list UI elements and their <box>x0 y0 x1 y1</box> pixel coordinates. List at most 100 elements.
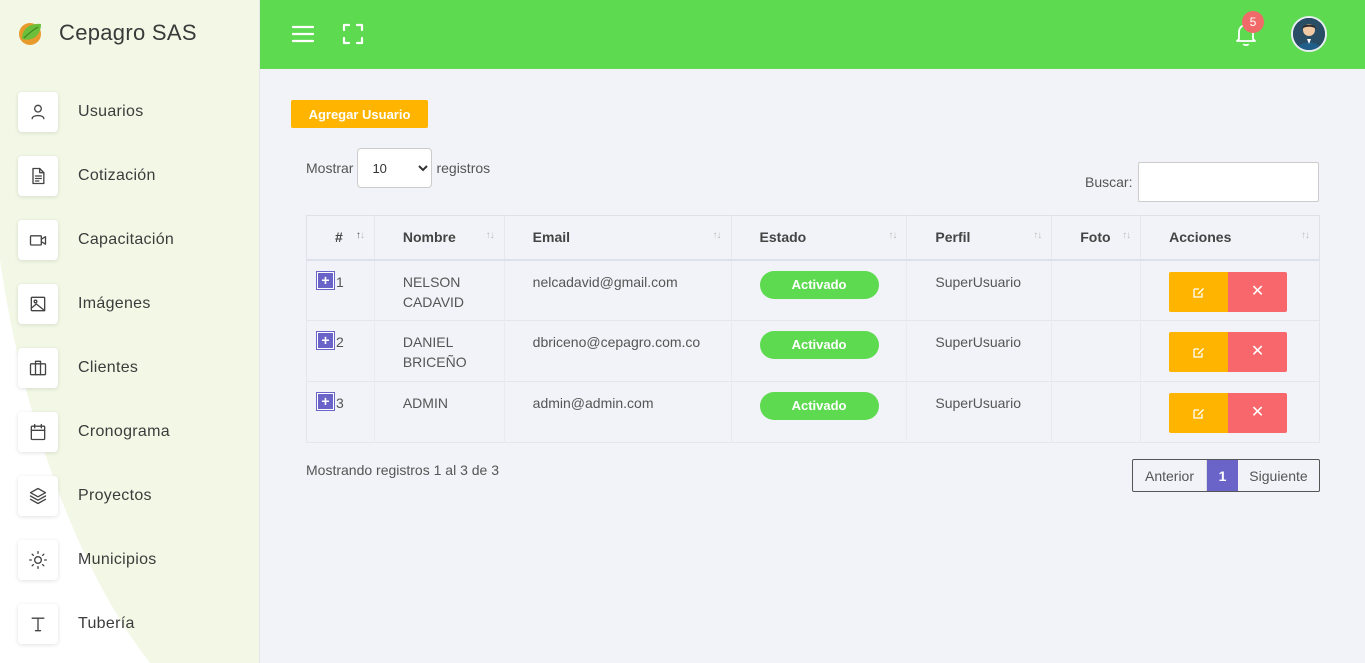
main-content: Agregar Usuario Mostrar 10 25 50 100 reg… <box>260 69 1365 663</box>
status-badge: Activado <box>759 392 879 420</box>
edit-button[interactable] <box>1169 393 1229 433</box>
cell-name: NELSON CADAVID <box>373 259 505 321</box>
column-header-name[interactable]: Nombre ↑↓ <box>373 215 505 260</box>
table-row: +1 NELSON CADAVID nelcadavid@gmail.com A… <box>306 259 1320 321</box>
previous-page-button[interactable]: Anterior <box>1133 460 1207 491</box>
cell-profile: SuperUsuario <box>906 320 1052 382</box>
cell-id: +2 <box>307 321 375 382</box>
cell-name: DANIEL BRICEÑO <box>373 320 505 382</box>
close-icon: ✕ <box>1250 343 1265 360</box>
avatar[interactable] <box>1291 16 1327 52</box>
cell-actions: ✕ <box>1140 320 1320 382</box>
users-table: # ↑↓ Nombre ↑↓ Email ↑↓ Estado ↑↓ Perfil ↑↓ F… <box>306 215 1320 443</box>
sidebar-item-label: Clientes <box>78 359 139 376</box>
column-header-id[interactable]: # ↑↓ <box>307 216 375 260</box>
cell-email: dbriceno@cepagro.com.co <box>503 320 732 382</box>
search-input[interactable] <box>1138 162 1320 202</box>
sidebar-item-capacitacion[interactable]: Capacitación <box>18 208 174 272</box>
status-badge: Activado <box>759 331 879 359</box>
sort-icon: ↑↓ <box>355 230 365 241</box>
page-1-button[interactable]: 1 <box>1207 460 1238 491</box>
fullscreen-icon[interactable] <box>342 23 364 45</box>
sort-icon: ↑↓ <box>888 230 897 241</box>
top-bar: 5 <box>260 0 1365 69</box>
sidebar-nav: Usuarios Cotización Capacitación Imágene… <box>18 80 174 656</box>
sidebar-item-label: Usuarios <box>78 103 144 120</box>
video-icon <box>18 220 58 260</box>
column-header-status[interactable]: Estado ↑↓ <box>730 215 907 260</box>
records-label: registros <box>436 160 491 176</box>
next-page-button[interactable]: Siguiente <box>1238 460 1319 491</box>
brand-name: Cepagro SAS <box>59 20 197 45</box>
text-icon <box>18 604 58 644</box>
cell-id: +3 <box>307 382 375 443</box>
cell-profile: SuperUsuario <box>906 259 1052 321</box>
edit-button[interactable] <box>1169 332 1229 372</box>
sidebar-item-imagenes[interactable]: Imágenes <box>18 272 174 336</box>
sidebar-item-label: Municipios <box>78 551 157 568</box>
cell-photo <box>1051 320 1141 382</box>
document-icon <box>18 156 58 196</box>
table-header-row: # ↑↓ Nombre ↑↓ Email ↑↓ Estado ↑↓ Perfil ↑↓ F… <box>306 215 1320 260</box>
edit-icon <box>1192 287 1204 298</box>
sidebar-item-cronograma[interactable]: Cronograma <box>18 400 174 464</box>
search-control: Buscar: <box>1085 162 1320 202</box>
column-header-photo[interactable]: Foto ↑↓ <box>1051 215 1141 260</box>
sidebar-item-municipios[interactable]: Municipios <box>18 528 174 592</box>
edit-icon <box>1192 409 1204 419</box>
sort-icon: ↑↓ <box>1033 230 1042 241</box>
edit-icon <box>1192 348 1204 358</box>
delete-button[interactable]: ✕ <box>1228 393 1288 433</box>
briefcase-icon <box>18 348 58 388</box>
cell-email: nelcadavid@gmail.com <box>503 259 732 321</box>
hamburger-menu-icon[interactable] <box>292 24 314 44</box>
table-row: +3 ADMIN admin@admin.com Activado SuperU… <box>306 381 1320 443</box>
column-header-actions[interactable]: Acciones ↑↓ <box>1140 215 1320 260</box>
user-icon <box>18 92 58 132</box>
brand[interactable]: Cepagro SAS <box>16 16 197 50</box>
column-header-email[interactable]: Email ↑↓ <box>503 215 732 260</box>
user-avatar-icon <box>1293 18 1325 50</box>
sort-icon: ↑↓ <box>1122 230 1131 241</box>
close-icon: ✕ <box>1250 282 1265 300</box>
page-size-control: Mostrar 10 25 50 100 registros <box>306 148 490 188</box>
table-info: Mostrando registros 1 al 3 de 3 <box>306 462 499 478</box>
leaf-logo-icon <box>19 23 41 45</box>
sidebar: Cepagro SAS Usuarios Cotización Capacita… <box>0 0 260 663</box>
add-user-button[interactable]: Agregar Usuario <box>291 100 428 128</box>
table-row: +2 DANIEL BRICEÑO dbriceno@cepagro.com.c… <box>306 320 1320 382</box>
cell-photo <box>1051 381 1141 443</box>
sort-icon: ↑↓ <box>1301 230 1310 241</box>
cell-photo <box>1051 259 1141 321</box>
sidebar-item-usuarios[interactable]: Usuarios <box>18 80 174 144</box>
search-label: Buscar: <box>1085 174 1133 190</box>
sidebar-item-label: Proyectos <box>78 487 152 504</box>
layers-icon <box>18 476 58 516</box>
sort-icon: ↑↓ <box>712 230 722 241</box>
sort-icon: ↑↓ <box>485 230 495 241</box>
sidebar-item-label: Cronograma <box>78 423 170 440</box>
sidebar-item-proyectos[interactable]: Proyectos <box>18 464 174 528</box>
expand-row-icon[interactable]: + <box>317 271 334 289</box>
expand-row-icon[interactable]: + <box>317 332 334 349</box>
delete-button[interactable]: ✕ <box>1228 271 1288 312</box>
cell-status: Activado <box>730 320 907 382</box>
pagination: Anterior 1 Siguiente <box>1132 459 1320 492</box>
expand-row-icon[interactable]: + <box>317 393 334 410</box>
edit-button[interactable] <box>1169 271 1229 312</box>
calendar-icon <box>18 412 58 452</box>
sidebar-item-cotizacion[interactable]: Cotización <box>18 144 174 208</box>
sidebar-item-label: Imágenes <box>78 295 151 312</box>
column-header-profile[interactable]: Perfil ↑↓ <box>906 215 1052 260</box>
show-label: Mostrar <box>306 160 354 176</box>
page-size-select[interactable]: 10 25 50 100 <box>357 148 433 188</box>
cell-id: +1 <box>307 260 375 321</box>
sidebar-item-label: Tubería <box>78 615 135 632</box>
delete-button[interactable]: ✕ <box>1228 332 1288 372</box>
image-icon <box>18 284 58 324</box>
cell-email: admin@admin.com <box>503 381 732 443</box>
sidebar-item-label: Capacitación <box>78 231 175 248</box>
sidebar-item-clientes[interactable]: Clientes <box>18 336 174 400</box>
status-badge: Activado <box>759 270 879 299</box>
sidebar-item-tuberia[interactable]: Tubería <box>18 592 174 656</box>
